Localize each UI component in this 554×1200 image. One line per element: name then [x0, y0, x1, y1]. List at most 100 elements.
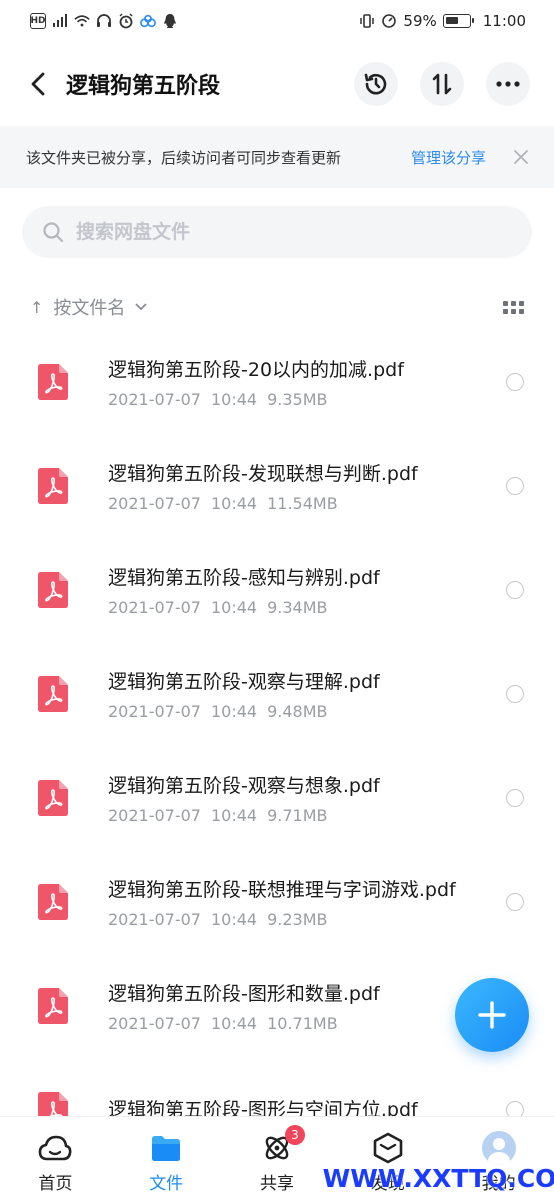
file-time: 10:44	[210, 597, 258, 617]
file-item-1[interactable]: 逻辑狗第五阶段-20以内的加减.pdf 2021-07-07 10:44 9.3…	[0, 330, 554, 434]
baidu-cloud-icon	[140, 13, 156, 29]
file-info: 逻辑狗第五阶段-联想推理与字词游戏.pdf 2021-07-07 10:44 9…	[108, 876, 486, 929]
pdf-file-icon	[38, 572, 68, 608]
select-checkbox[interactable]	[506, 581, 524, 599]
file-size: 9.35MB	[267, 389, 328, 409]
search-box[interactable]	[22, 206, 532, 258]
vibrate-icon	[359, 13, 375, 29]
file-name: 逻辑狗第五阶段-发现联想与判断.pdf	[108, 462, 418, 485]
select-checkbox[interactable]	[506, 789, 524, 807]
file-item-4[interactable]: 逻辑狗第五阶段-观察与理解.pdf 2021-07-07 10:44 9.48M…	[0, 642, 554, 746]
file-date: 2021-07-07	[108, 805, 201, 825]
page-title: 逻辑狗第五阶段	[66, 74, 221, 99]
file-meta: 2021-07-07 10:44 9.34MB	[108, 598, 486, 617]
folder-icon	[149, 1131, 183, 1165]
manage-share-link[interactable]: 管理该分享	[411, 147, 486, 168]
file-date: 2021-07-07	[108, 909, 201, 929]
file-item-3[interactable]: 逻辑狗第五阶段-感知与辨别.pdf 2021-07-07 10:44 9.34M…	[0, 538, 554, 642]
transfer-button[interactable]	[420, 62, 464, 106]
file-size: 11.54MB	[267, 493, 338, 513]
file-time: 10:44	[210, 389, 258, 409]
sort-label[interactable]: 按文件名	[53, 294, 125, 320]
file-date: 2021-07-07	[108, 597, 201, 617]
select-checkbox[interactable]	[506, 477, 524, 495]
share-notice-banner: 该文件夹已被分享，后续访问者可同步查看更新 管理该分享	[0, 126, 554, 188]
nav-share-label: 共享	[259, 1174, 294, 1194]
file-date: 2021-07-07	[108, 701, 201, 721]
file-size: 9.34MB	[267, 597, 328, 617]
select-checkbox[interactable]	[506, 685, 524, 703]
file-time: 10:44	[210, 493, 258, 513]
battery-icon	[442, 14, 474, 28]
alarm-icon	[118, 13, 134, 29]
file-name: 逻辑狗第五阶段-图形和数量.pdf	[108, 982, 380, 1005]
pdf-file-icon	[38, 988, 68, 1024]
share-notice-text: 该文件夹已被分享，后续访问者可同步查看更新	[26, 148, 342, 167]
file-size: 10.71MB	[267, 1013, 338, 1033]
plus-icon	[478, 1001, 506, 1029]
add-button[interactable]	[455, 978, 529, 1052]
nav-home-label: 首页	[38, 1174, 73, 1194]
file-date: 2021-07-07	[108, 1013, 201, 1033]
grid-view-icon[interactable]	[503, 300, 524, 314]
pdf-file-icon	[38, 364, 68, 400]
file-meta: 2021-07-07 10:44 9.23MB	[108, 910, 486, 929]
nav-share[interactable]: 3 共享	[227, 1125, 327, 1194]
close-notice-button[interactable]	[512, 148, 530, 166]
pdf-file-icon	[38, 468, 68, 504]
nav-home[interactable]: 首页	[5, 1131, 105, 1194]
file-info: 逻辑狗第五阶段-观察与想象.pdf 2021-07-07 10:44 9.71M…	[108, 772, 486, 825]
select-checkbox[interactable]	[506, 373, 524, 391]
file-name: 逻辑狗第五阶段-观察与理解.pdf	[108, 670, 380, 693]
file-size: 9.48MB	[267, 701, 328, 721]
watermark-text: WWW.XXTTQ.COM	[322, 1163, 554, 1193]
sort-direction-icon[interactable]: ↑	[30, 298, 43, 317]
headphones-icon	[96, 13, 112, 29]
status-right: 59% 11:00	[359, 12, 526, 30]
file-size: 9.23MB	[267, 909, 328, 929]
file-name: 逻辑狗第五阶段-观察与想象.pdf	[108, 774, 380, 797]
title-bar: 逻辑狗第五阶段	[0, 52, 554, 116]
back-button[interactable]	[24, 70, 52, 98]
file-item-6[interactable]: 逻辑狗第五阶段-联想推理与字词游戏.pdf 2021-07-07 10:44 9…	[0, 850, 554, 954]
file-time: 10:44	[210, 805, 258, 825]
file-time: 10:44	[210, 909, 258, 929]
search-input[interactable]	[76, 221, 496, 243]
file-name: 逻辑狗第五阶段-图形与空间方位.pdf	[108, 1099, 418, 1116]
battery-fill	[445, 17, 458, 24]
data-saver-icon	[381, 13, 397, 29]
file-name: 逻辑狗第五阶段-感知与辨别.pdf	[108, 566, 380, 589]
nav-files[interactable]: 文件	[116, 1131, 216, 1194]
file-name: 逻辑狗第五阶段-20以内的加减.pdf	[108, 358, 404, 381]
file-item-5[interactable]: 逻辑狗第五阶段-观察与想象.pdf 2021-07-07 10:44 9.71M…	[0, 746, 554, 850]
nav-files-label: 文件	[149, 1174, 184, 1194]
hd-badge: HD	[30, 13, 46, 29]
more-button[interactable]	[486, 62, 530, 106]
file-date: 2021-07-07	[108, 389, 201, 409]
wifi-icon	[74, 13, 90, 29]
file-meta: 2021-07-07 10:44 9.48MB	[108, 702, 486, 721]
status-left: HD	[30, 13, 178, 29]
file-item-2[interactable]: 逻辑狗第五阶段-发现联想与判断.pdf 2021-07-07 10:44 11.…	[0, 434, 554, 538]
sort-row: ↑ 按文件名	[0, 290, 554, 324]
history-button[interactable]	[354, 62, 398, 106]
select-checkbox[interactable]	[506, 1101, 524, 1116]
pdf-file-icon	[38, 884, 68, 920]
back-arrow-icon	[31, 72, 45, 96]
file-date: 2021-07-07	[108, 493, 201, 513]
close-icon	[514, 150, 528, 164]
clock: 11:00	[482, 12, 526, 30]
file-item-8[interactable]: 逻辑狗第五阶段-图形与空间方位.pdf	[0, 1058, 554, 1116]
battery-percent: 59%	[403, 12, 437, 30]
file-info: 逻辑狗第五阶段-图形和数量.pdf 2021-07-07 10:44 10.71…	[108, 980, 486, 1033]
search-icon	[43, 222, 64, 243]
more-icon	[496, 81, 520, 87]
file-meta: 2021-07-07 10:44 11.54MB	[108, 494, 486, 513]
file-name: 逻辑狗第五阶段-联想推理与字词游戏.pdf	[108, 878, 456, 901]
sort-swap-icon	[432, 73, 452, 95]
select-checkbox[interactable]	[506, 893, 524, 911]
qq-icon	[162, 13, 178, 29]
file-info: 逻辑狗第五阶段-感知与辨别.pdf 2021-07-07 10:44 9.34M…	[108, 564, 486, 617]
history-icon	[364, 73, 387, 95]
signal-icon	[52, 13, 68, 29]
